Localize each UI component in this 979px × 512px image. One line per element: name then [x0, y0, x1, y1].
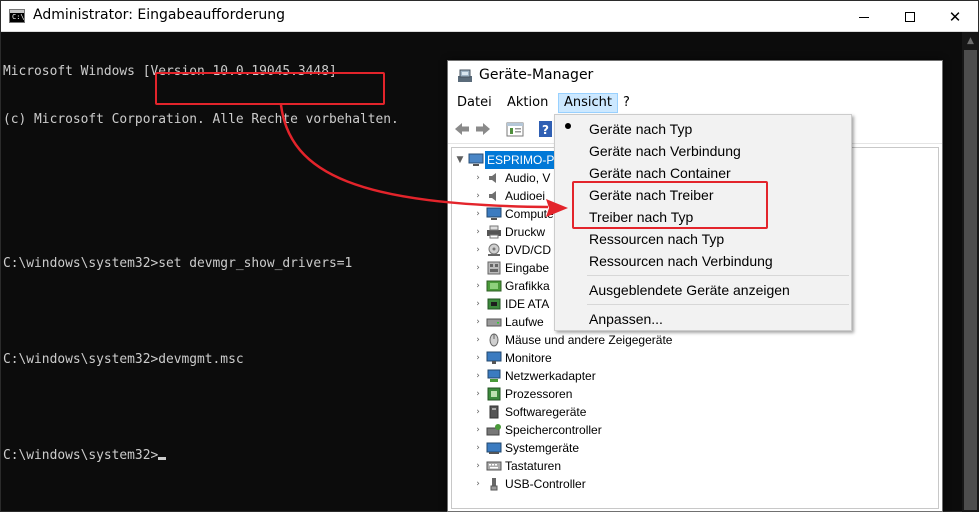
menu-item-anpassen[interactable]: Anpassen...	[557, 308, 849, 330]
processor-icon	[487, 387, 501, 401]
menu-datei[interactable]: Datei	[452, 93, 497, 113]
printer-icon	[487, 225, 501, 239]
expand-chevron-icon[interactable]: ›	[472, 403, 484, 421]
speaker-icon	[489, 191, 496, 201]
keyboard-icon	[486, 461, 502, 471]
scroll-up-icon[interactable]: ▲	[962, 32, 979, 49]
usb-icon	[490, 478, 498, 491]
expand-chevron-icon[interactable]: ›	[472, 223, 484, 241]
minimize-icon	[859, 17, 869, 18]
expand-chevron-icon[interactable]: ›	[472, 367, 484, 385]
menu-item-ressourcen-nach-verbindung[interactable]: Ressourcen nach Verbindung	[557, 250, 849, 272]
cmd-window-title: Administrator: Eingabeaufforderung	[33, 7, 285, 23]
close-button[interactable]: ✕	[932, 1, 978, 32]
minimize-button[interactable]	[841, 1, 887, 32]
menu-item-ausgeblendete-geraete[interactable]: Ausgeblendete Geräte anzeigen	[557, 279, 849, 301]
device-manager-icon	[458, 69, 472, 82]
back-arrow-icon[interactable]	[453, 120, 471, 138]
expand-chevron-icon[interactable]: ›	[472, 187, 484, 205]
expand-chevron-icon[interactable]: ›	[472, 259, 484, 277]
display-adapter-icon	[486, 280, 502, 292]
expand-chevron-icon[interactable]: ›	[472, 205, 484, 223]
software-device-icon	[489, 405, 499, 419]
properties-icon[interactable]	[506, 120, 524, 138]
expand-chevron-icon[interactable]: ›	[472, 241, 484, 259]
menubar: Datei Aktion Ansicht ?	[448, 91, 942, 114]
highlight-box-menu-items	[572, 181, 768, 229]
menu-separator	[587, 304, 849, 305]
expand-chevron-icon[interactable]: ›	[472, 349, 484, 367]
expand-chevron-icon[interactable]: ›	[472, 277, 484, 295]
storage-controller-icon	[486, 424, 501, 436]
monitor-icon	[486, 351, 502, 364]
cmd-app-icon: C:\_	[9, 9, 29, 23]
highlight-box-command	[155, 72, 385, 105]
maximize-icon	[905, 11, 915, 22]
expand-chevron-icon[interactable]: ›	[472, 421, 484, 439]
expand-chevron-icon[interactable]: ›	[472, 331, 484, 349]
disk-drive-icon	[486, 318, 502, 327]
text-cursor	[158, 457, 167, 460]
svg-text:?: ?	[542, 123, 549, 137]
input-device-icon	[487, 261, 501, 275]
menu-ansicht[interactable]: Ansicht	[558, 93, 619, 113]
ide-controller-icon	[487, 298, 501, 310]
menu-item-geraete-nach-typ[interactable]: Geräte nach Typ	[557, 118, 849, 140]
maximize-button[interactable]	[887, 1, 933, 32]
console-prompt: C:\windows\system32>	[3, 448, 159, 463]
cmd-scrollbar[interactable]: ▲	[962, 32, 979, 512]
menu-item-geraete-nach-verbindung[interactable]: Geräte nach Verbindung	[557, 140, 849, 162]
disc-drive-icon	[488, 243, 500, 256]
speaker-icon	[489, 173, 496, 183]
collapse-chevron-icon[interactable]: ▼	[454, 151, 466, 169]
devmgr-window-title: Geräte-Manager	[479, 67, 594, 83]
network-adapter-icon	[487, 369, 501, 382]
help-icon[interactable]: ?	[537, 120, 555, 138]
scrollbar-thumb[interactable]	[964, 50, 977, 510]
computer-icon	[468, 153, 484, 166]
menu-aktion[interactable]: Aktion	[502, 93, 553, 113]
devmgr-titlebar[interactable]: Geräte-Manager	[448, 61, 942, 91]
expand-chevron-icon[interactable]: ›	[472, 475, 484, 493]
close-icon: ✕	[948, 7, 962, 26]
menu-help[interactable]: ?	[618, 93, 635, 113]
expand-chevron-icon[interactable]: ›	[472, 457, 484, 475]
expand-chevron-icon[interactable]: ›	[472, 313, 484, 331]
system-device-icon	[486, 442, 502, 454]
radio-bullet-icon	[565, 123, 571, 129]
expand-chevron-icon[interactable]: ›	[472, 439, 484, 457]
mouse-icon	[489, 333, 499, 347]
expand-chevron-icon[interactable]: ›	[472, 385, 484, 403]
cmd-titlebar[interactable]: C:\_ Administrator: Eingabeaufforderung …	[1, 1, 978, 32]
menu-separator	[587, 275, 849, 276]
expand-chevron-icon[interactable]: ›	[472, 169, 484, 187]
forward-arrow-icon[interactable]	[474, 120, 492, 138]
computer-icon	[486, 207, 502, 220]
menu-item-ressourcen-nach-typ[interactable]: Ressourcen nach Typ	[557, 228, 849, 250]
expand-chevron-icon[interactable]: ›	[472, 295, 484, 313]
